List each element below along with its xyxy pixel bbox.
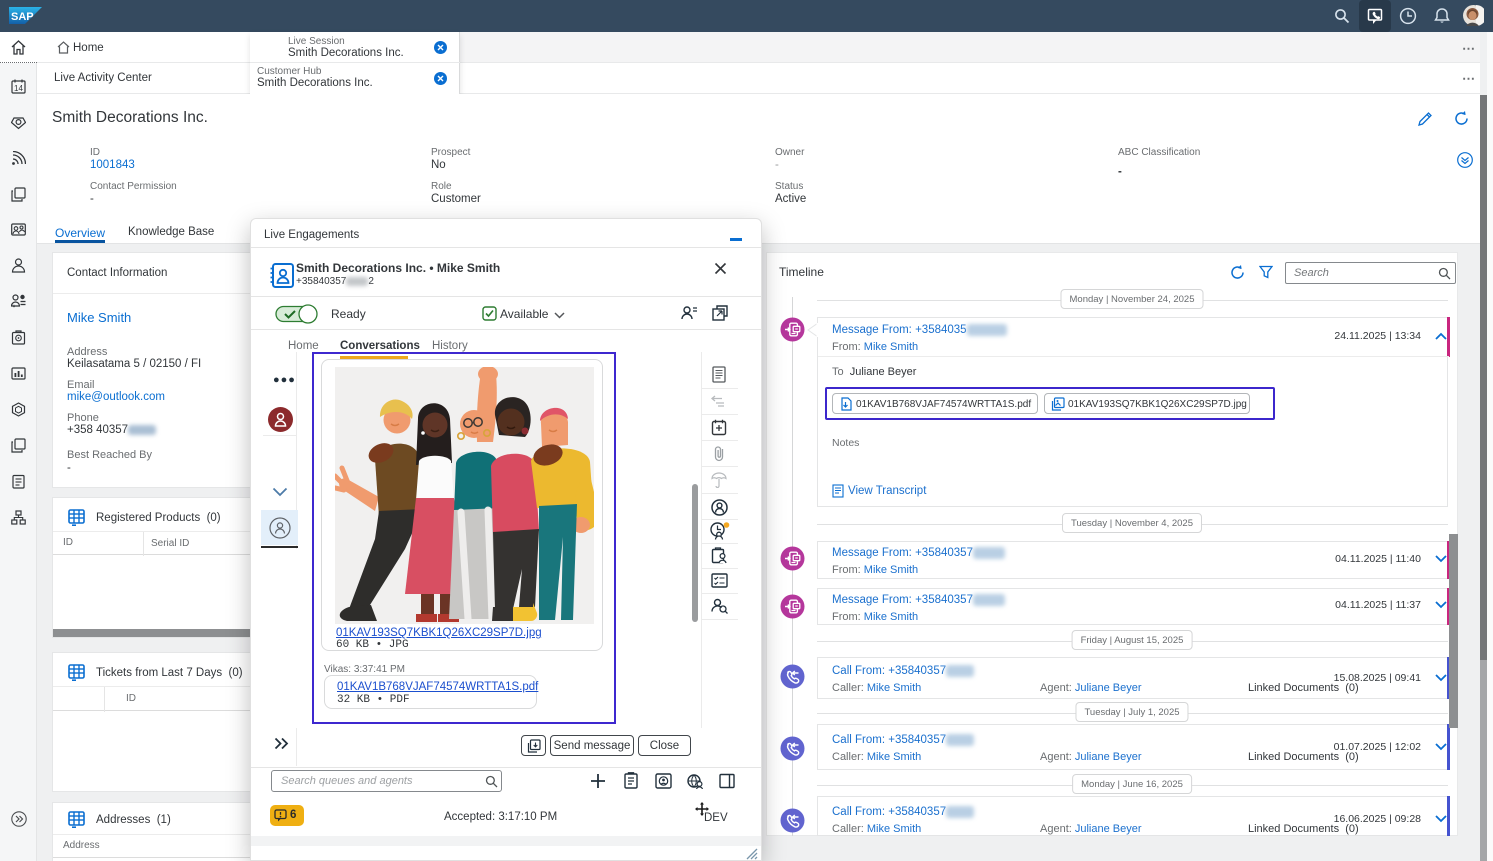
svg-text:SAP: SAP (11, 11, 34, 23)
svg-text:14: 14 (14, 84, 23, 93)
